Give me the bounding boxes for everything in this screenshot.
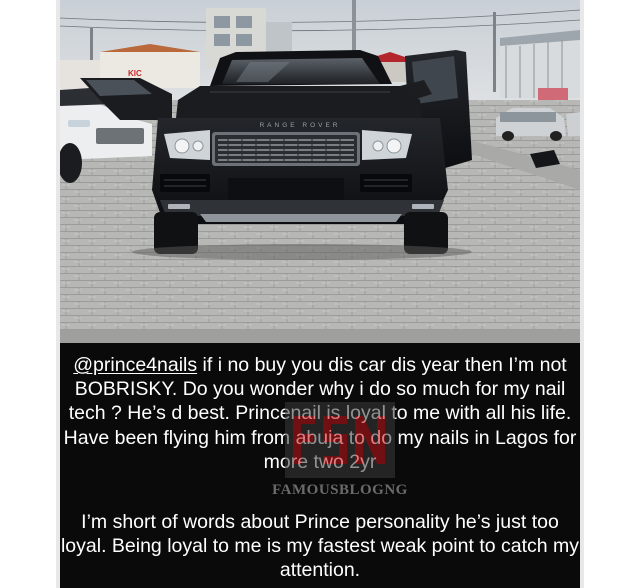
caption-paragraph-1: @prince4nails if i no buy you dis car di…	[60, 353, 580, 474]
story-card: KIC RANGE ROVER @prince4nails if i no bu…	[60, 0, 580, 588]
page: KIC RANGE ROVER @prince4nails if i no bu…	[0, 0, 640, 588]
kic-sign: KIC	[128, 69, 142, 78]
caption-paragraph-2: I’m short of words about Prince personal…	[60, 511, 580, 582]
caption-panel: @prince4nails if i no buy you dis car di…	[60, 343, 580, 588]
mention-link[interactable]: @prince4nails	[73, 354, 197, 376]
car-photo: KIC RANGE ROVER	[60, 0, 580, 343]
grille-lettering: RANGE ROVER	[259, 122, 340, 129]
right-divider	[580, 0, 584, 588]
